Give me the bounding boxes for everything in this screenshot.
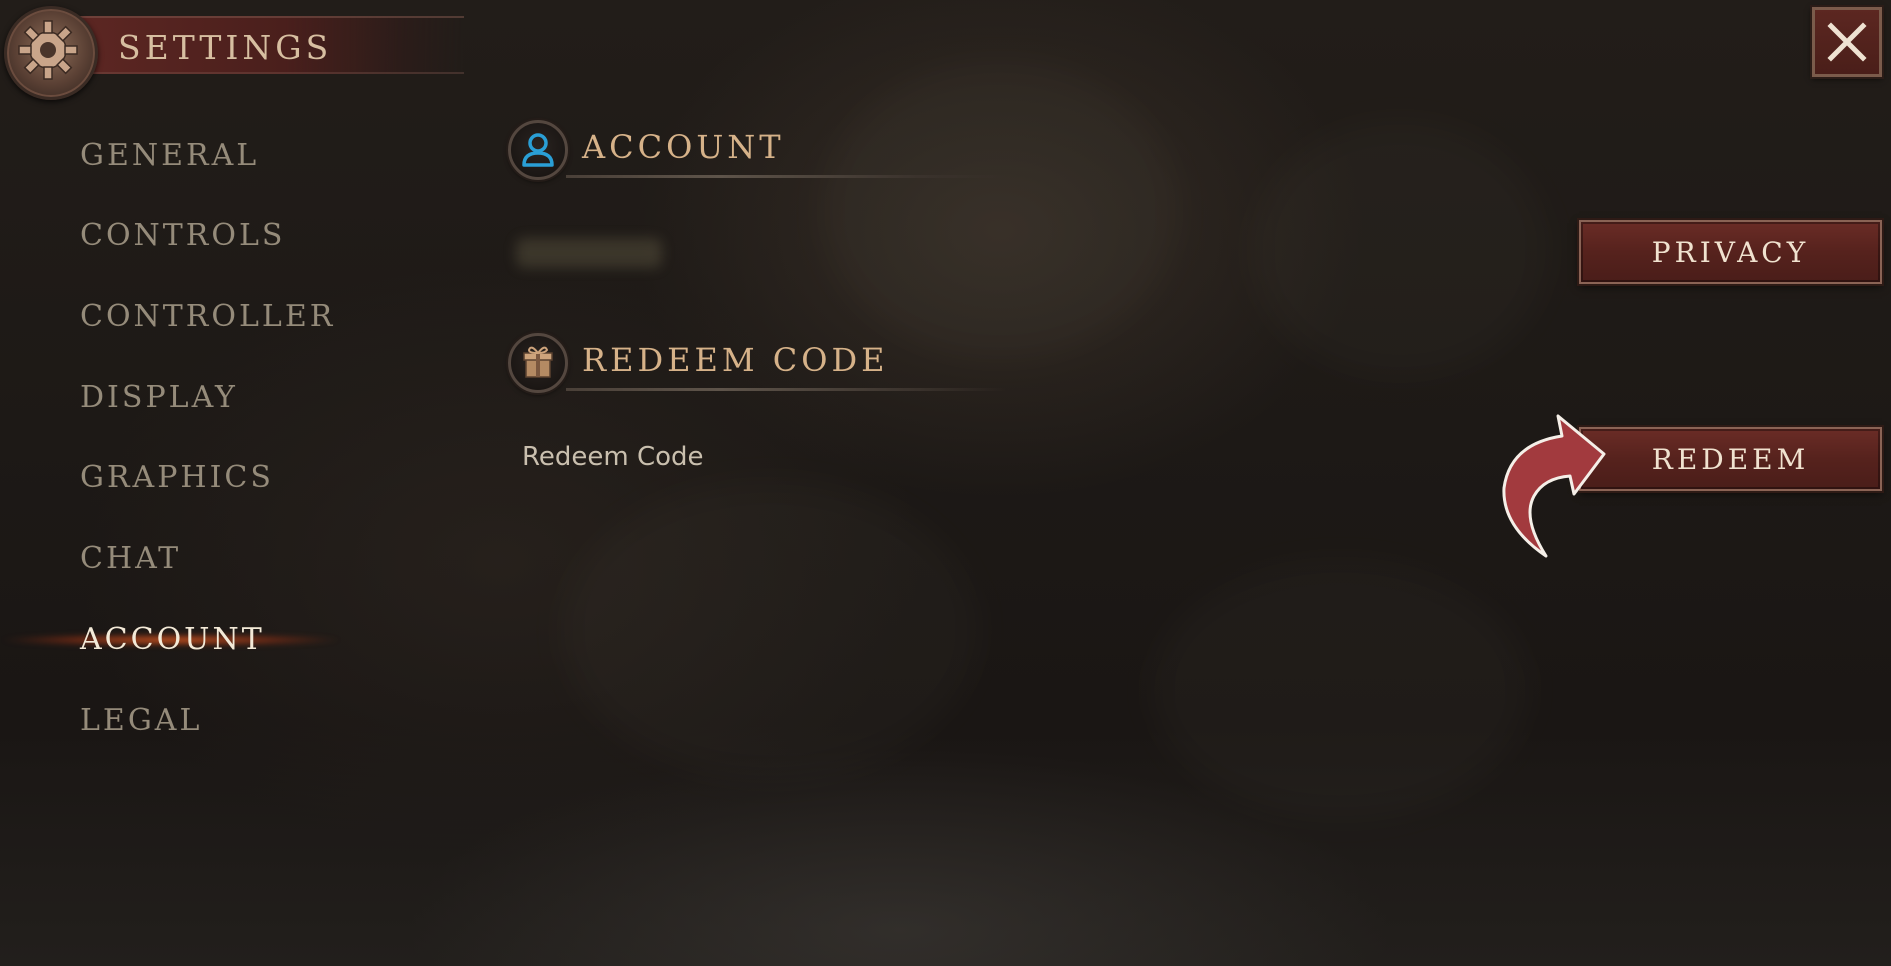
sidebar-item-graphics[interactable]: GRAPHICS [0, 447, 420, 507]
sidebar-item-display[interactable]: DISPLAY [0, 367, 420, 427]
gear-icon [4, 6, 98, 100]
sidebar-item-label: GRAPHICS [80, 460, 274, 495]
settings-screen: SETTINGS GENERAL CONTROLS CONTROLLER DIS… [0, 0, 1891, 966]
sidebar-item-label: CONTROLLER [80, 299, 336, 334]
sidebar-item-chat[interactable]: CHAT [0, 528, 420, 588]
user-icon [508, 120, 568, 180]
background-texture [1250, 120, 1550, 380]
sidebar-item-label: CHAT [80, 541, 182, 576]
settings-sidebar: GENERAL CONTROLS CONTROLLER DISPLAY GRAP… [0, 125, 420, 765]
sidebar-item-account[interactable]: ACCOUNT [0, 609, 420, 669]
account-info-redacted [516, 238, 662, 268]
gift-icon [508, 333, 568, 393]
background-texture [560, 480, 980, 780]
sidebar-item-label: GENERAL [80, 138, 260, 173]
annotation-arrow-icon [1502, 414, 1606, 558]
sidebar-item-legal[interactable]: LEGAL [0, 690, 420, 750]
privacy-button-label: PRIVACY [1651, 236, 1810, 269]
sidebar-item-label: LEGAL [80, 703, 203, 738]
sidebar-item-controls[interactable]: CONTROLS [0, 205, 420, 265]
section-divider [566, 388, 1006, 391]
sidebar-item-label: DISPLAY [80, 380, 238, 415]
settings-header: SETTINGS [4, 6, 484, 100]
redeem-button[interactable]: REDEEM [1579, 427, 1882, 491]
background-texture [1150, 560, 1530, 820]
privacy-button[interactable]: PRIVACY [1579, 220, 1882, 284]
close-button[interactable] [1812, 7, 1882, 77]
sidebar-item-label: ACCOUNT [80, 622, 265, 657]
close-icon [1827, 22, 1867, 62]
redeem-section-title: REDEEM CODE [582, 341, 889, 379]
background-texture [820, 60, 1180, 360]
sidebar-item-label: CONTROLS [80, 218, 286, 253]
sidebar-item-general[interactable]: GENERAL [0, 125, 420, 185]
account-section-title: ACCOUNT [582, 128, 785, 166]
redeem-code-label: Redeem Code [522, 442, 704, 472]
redeem-section-header: REDEEM CODE [508, 333, 1028, 413]
page-title: SETTINGS [118, 28, 333, 67]
account-section-header: ACCOUNT [508, 120, 1028, 200]
sidebar-item-controller[interactable]: CONTROLLER [0, 286, 420, 346]
redeem-button-label: REDEEM [1651, 443, 1810, 476]
section-divider [566, 175, 1006, 178]
